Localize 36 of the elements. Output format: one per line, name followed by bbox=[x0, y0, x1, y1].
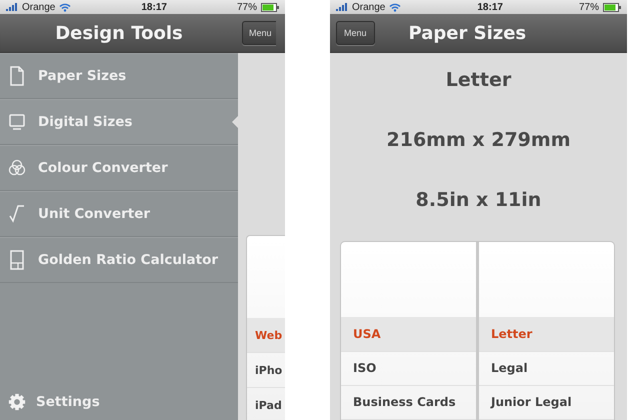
carrier-name: Orange bbox=[352, 2, 386, 12]
picker[interactable]: USA ISO Business Cards Letter Legal Junior Legal bbox=[340, 241, 615, 420]
picker-option[interactable]: USA bbox=[341, 317, 476, 352]
size-name: Letter bbox=[446, 68, 512, 93]
metric-dimensions: 216mm x 279mm bbox=[386, 128, 570, 153]
overlapping-circles-icon bbox=[8, 158, 26, 178]
signal-icon bbox=[336, 3, 348, 11]
imperial-dimensions: 8.5in x 11in bbox=[416, 188, 542, 213]
square-root-icon bbox=[8, 204, 26, 224]
battery-icon bbox=[603, 2, 621, 12]
app-title: Design Tools bbox=[55, 22, 183, 44]
carrier-name: Orange bbox=[22, 2, 56, 12]
status-time: 18:17 bbox=[140, 2, 168, 12]
signal-icon bbox=[6, 3, 18, 11]
picker-option[interactable]: iPad bbox=[247, 388, 285, 420]
menu-button[interactable]: Menu bbox=[336, 21, 375, 45]
picker-option[interactable]: iPho bbox=[247, 353, 285, 388]
wifi-icon bbox=[389, 2, 402, 12]
picker[interactable]: Web iPho iPad bbox=[246, 235, 285, 420]
picker-option[interactable]: Legal bbox=[479, 352, 614, 386]
picker-option[interactable]: Junior Legal bbox=[479, 386, 614, 420]
status-time: 18:17 bbox=[476, 2, 504, 12]
picker-option[interactable]: Business Cards bbox=[341, 386, 476, 420]
battery-icon bbox=[261, 2, 279, 12]
picker-option[interactable]: Letter bbox=[479, 317, 614, 352]
picker-option[interactable]: Web bbox=[247, 318, 285, 353]
golden-ratio-icon bbox=[8, 250, 26, 270]
battery-percent: 77% bbox=[578, 2, 599, 12]
battery-percent: 77% bbox=[236, 2, 257, 12]
monitor-icon bbox=[8, 112, 26, 132]
settings-icon[interactable] bbox=[8, 392, 26, 412]
picker-option[interactable]: ISO bbox=[341, 352, 476, 386]
wifi-icon bbox=[59, 2, 72, 12]
page-icon bbox=[8, 66, 26, 86]
screen-title: Paper Sizes bbox=[408, 22, 526, 44]
menu-button[interactable]: Menu bbox=[242, 21, 276, 45]
